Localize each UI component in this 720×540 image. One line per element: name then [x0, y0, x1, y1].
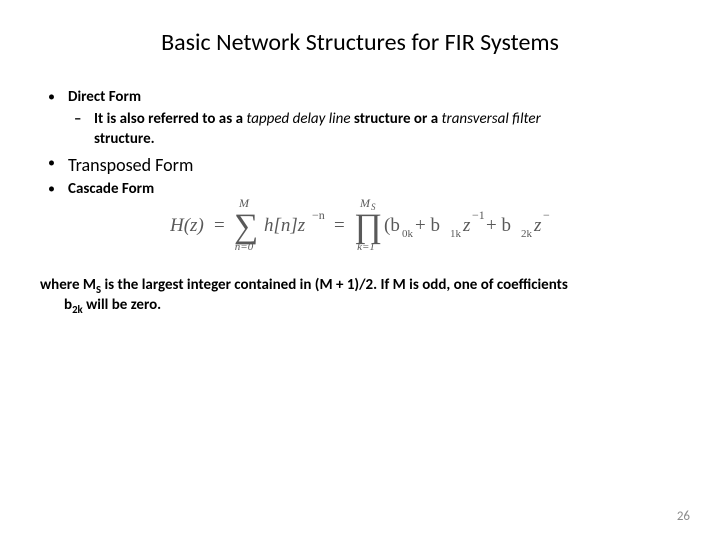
bullet-transposed-form: Transposed Form: [40, 153, 680, 177]
body-paragraph: where MS is the largest integer containe…: [40, 275, 680, 315]
slide: Basic Network Structures for FIR Systems…: [0, 0, 720, 540]
eq-prod-d-sub: 2k: [521, 228, 533, 240]
bullet-direct-form: Direct Form It is also referred to as a …: [40, 87, 680, 149]
eq-prod-b-sub: 1k: [450, 228, 462, 240]
para-mid1: is the largest integer contained in (M +…: [101, 276, 568, 294]
eq-sum-lower: n=0: [235, 241, 254, 253]
eq-prod-b: + b: [415, 215, 440, 236]
sub-bullet-tapped: It is also referred to as a tapped delay…: [68, 109, 680, 149]
svg-text:=: =: [334, 215, 345, 236]
eq-prod-c: z: [462, 215, 471, 236]
eq-prod-c-exp: −1: [472, 208, 485, 222]
eq-prod-upper-b: S: [371, 202, 376, 212]
sub-bullet-list: It is also referred to as a tapped delay…: [68, 109, 680, 149]
bullet-label: Cascade Form: [68, 180, 154, 198]
eq-sum-body: h[n]z: [264, 215, 306, 236]
equation-row: H(z) = ∑ M n=0 h[n]z −n = ∏ M S k=1 (b 0…: [40, 197, 680, 253]
sub-text-mid: structure or a: [351, 110, 442, 128]
svg-text:∏: ∏: [354, 208, 382, 245]
eq-sum-exp: −n: [312, 208, 325, 222]
sub-text-italic-1: tapped delay line: [246, 110, 350, 128]
sub-text-post: structure.: [94, 130, 155, 148]
eq-lhs: H(z): [170, 215, 204, 236]
page-number: 26: [677, 509, 690, 524]
para-line2b: will be zero.: [83, 296, 161, 314]
eq-prod-e-exp: −2: [543, 208, 550, 222]
eq-prod-a-sub: 0k: [402, 228, 414, 240]
equation-formula: H(z) = ∑ M n=0 h[n]z −n = ∏ M S k=1 (b 0…: [170, 197, 550, 253]
para-pre: where M: [40, 276, 96, 294]
svg-text:∑: ∑: [234, 208, 258, 245]
slide-title: Basic Network Structures for FIR Systems: [40, 28, 680, 57]
sub-text-pre: It is also referred to as a: [94, 110, 246, 128]
bullet-cascade-form: Cascade Form: [40, 179, 680, 199]
eq-prod-a: (b: [384, 215, 400, 236]
bullet-label: Transposed Form: [68, 154, 193, 176]
svg-text:=: =: [214, 215, 225, 236]
sub-text-italic-2: transversal filter: [442, 110, 541, 128]
para-line2a: b: [64, 296, 72, 314]
eq-prod-e: z: [533, 215, 542, 236]
eq-prod-lower: k=1: [357, 241, 375, 253]
para-line2sub: 2k: [72, 303, 83, 316]
eq-prod-d: + b: [486, 215, 511, 236]
bullet-list: Direct Form It is also referred to as a …: [40, 87, 680, 199]
bullet-label: Direct Form: [68, 88, 141, 106]
